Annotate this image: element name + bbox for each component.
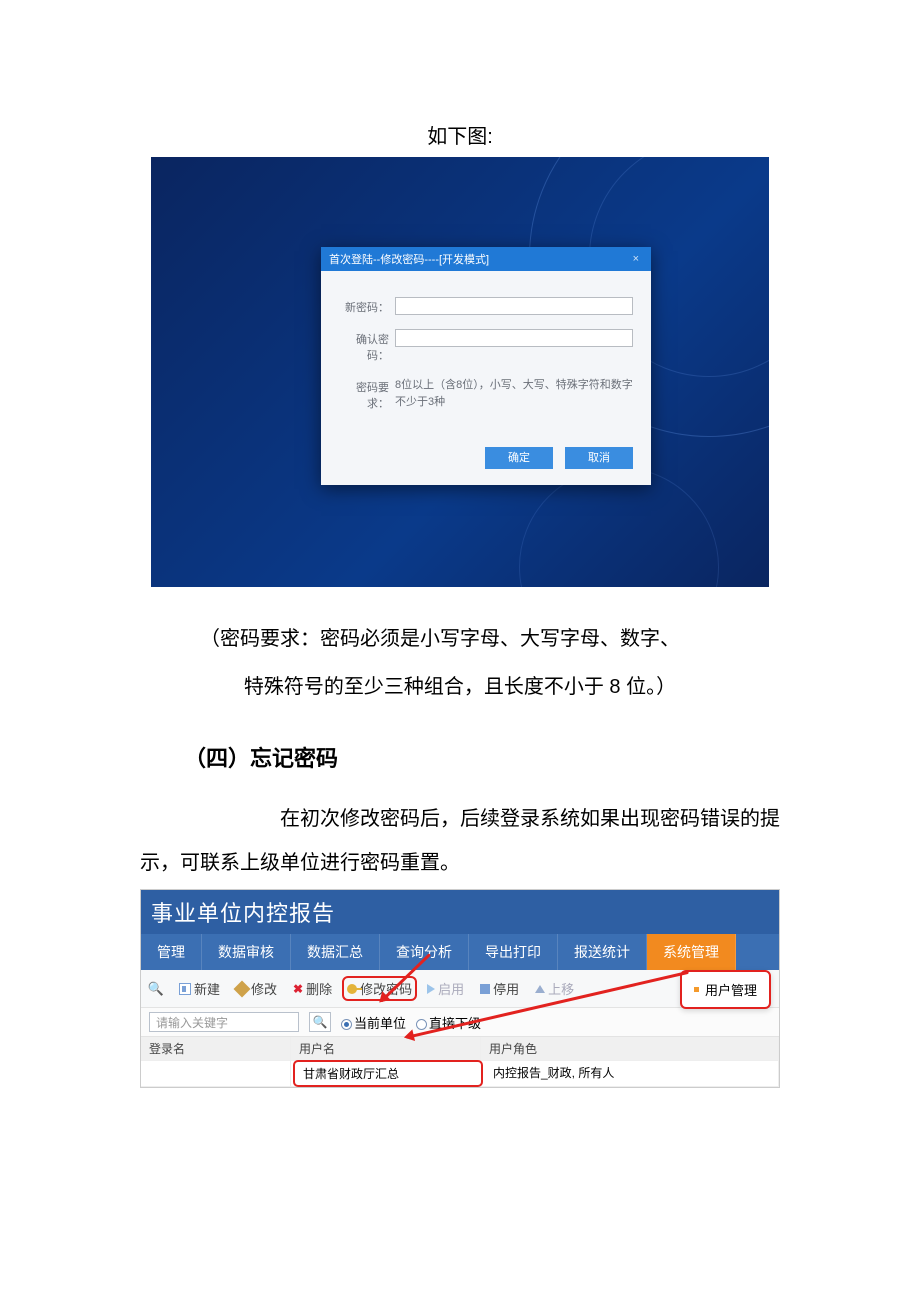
radio-current-unit[interactable]: 当前单位 bbox=[341, 1013, 406, 1032]
enable-button[interactable]: 启用 bbox=[421, 977, 470, 1000]
tab-manage[interactable]: 管理 bbox=[141, 934, 202, 970]
cell-login bbox=[141, 1061, 291, 1086]
cell-username: 甘肃省财政厅汇总 bbox=[293, 1060, 483, 1087]
paragraph-password-note-1: （密码要求：密码必须是小写字母、大写字母、数字、 bbox=[140, 617, 780, 661]
key-icon bbox=[347, 984, 357, 994]
new-icon bbox=[179, 983, 191, 995]
disable-button[interactable]: 停用 bbox=[474, 977, 525, 1000]
radio-icon bbox=[341, 1019, 352, 1030]
section-heading-forgot-password: （四）忘记密码 bbox=[140, 741, 780, 773]
cancel-button[interactable]: 取消 bbox=[565, 447, 633, 469]
figure-password-dialog: 首次登陆--修改密码----[开发模式] × 新密码： 确认密码： 密码要求： … bbox=[151, 157, 769, 587]
col-role: 用户角色 bbox=[481, 1037, 779, 1060]
delete-icon: ✖ bbox=[293, 983, 303, 995]
tab-audit[interactable]: 数据审核 bbox=[202, 934, 291, 970]
ok-button[interactable]: 确定 bbox=[485, 447, 553, 469]
edit-button[interactable]: 修改 bbox=[230, 977, 283, 1000]
delete-button[interactable]: ✖删除 bbox=[287, 977, 338, 1000]
dialog-title-text: 首次登陆--修改密码----[开发模式] bbox=[329, 251, 489, 267]
figure-user-management: 事业单位内控报告 管理 数据审核 数据汇总 查询分析 导出打印 报送统计 系统管… bbox=[140, 889, 780, 1088]
user-management-label: 用户管理 bbox=[705, 980, 757, 999]
search-icon[interactable]: 🔍 bbox=[145, 980, 167, 998]
radio-icon bbox=[416, 1019, 427, 1030]
close-icon[interactable]: × bbox=[629, 253, 643, 265]
tab-system[interactable]: 系统管理 bbox=[647, 934, 736, 970]
confirm-password-label: 确认密码： bbox=[339, 329, 395, 363]
up-icon bbox=[535, 985, 545, 993]
confirm-password-input[interactable] bbox=[395, 329, 633, 347]
toolbar: 🔍 新建 修改 ✖删除 修改密码 启用 停用 上移 用户管理 bbox=[141, 970, 779, 1008]
stop-icon bbox=[480, 984, 490, 994]
tab-summary[interactable]: 数据汇总 bbox=[291, 934, 380, 970]
table-header: 登录名 用户名 用户角色 bbox=[141, 1037, 779, 1061]
tab-query[interactable]: 查询分析 bbox=[380, 934, 469, 970]
play-icon bbox=[427, 984, 435, 994]
cell-role: 内控报告_财政, 所有人 bbox=[485, 1061, 779, 1086]
figure-caption: 如下图: bbox=[140, 120, 780, 149]
change-password-dialog: 首次登陆--修改密码----[开发模式] × 新密码： 确认密码： 密码要求： … bbox=[321, 247, 651, 485]
paragraph-forgot-password: 在初次修改密码后，后续登录系统如果出现密码错误的提示，可联系上级单位进行密码重置… bbox=[140, 797, 780, 885]
bullet-icon bbox=[694, 987, 699, 992]
new-password-label: 新密码： bbox=[339, 297, 395, 315]
new-button[interactable]: 新建 bbox=[173, 977, 226, 1000]
new-password-input[interactable] bbox=[395, 297, 633, 315]
col-username: 用户名 bbox=[291, 1037, 481, 1060]
edit-icon bbox=[234, 980, 251, 997]
table-row[interactable]: 甘肃省财政厅汇总 内控报告_财政, 所有人 bbox=[141, 1061, 779, 1087]
keyword-input[interactable]: 请输入关键字 bbox=[149, 1012, 299, 1032]
app-title: 事业单位内控报告 bbox=[141, 890, 779, 934]
paragraph-password-note-2: 特殊符号的至少三种组合，且长度不小于 8 位。） bbox=[140, 665, 780, 709]
password-requirement-text: 8位以上（含8位），小写、大写、特殊字符和数字不少于3种 bbox=[395, 377, 633, 410]
dialog-titlebar: 首次登陆--修改密码----[开发模式] × bbox=[321, 247, 651, 271]
user-management-popover[interactable]: 用户管理 bbox=[680, 970, 771, 1009]
main-tabs: 管理 数据审核 数据汇总 查询分析 导出打印 报送统计 系统管理 bbox=[141, 934, 779, 970]
search-button[interactable]: 🔍 bbox=[309, 1012, 331, 1032]
tab-report-stats[interactable]: 报送统计 bbox=[558, 934, 647, 970]
tab-export[interactable]: 导出打印 bbox=[469, 934, 558, 970]
password-requirement-label: 密码要求： bbox=[339, 377, 395, 411]
col-login: 登录名 bbox=[141, 1037, 291, 1060]
